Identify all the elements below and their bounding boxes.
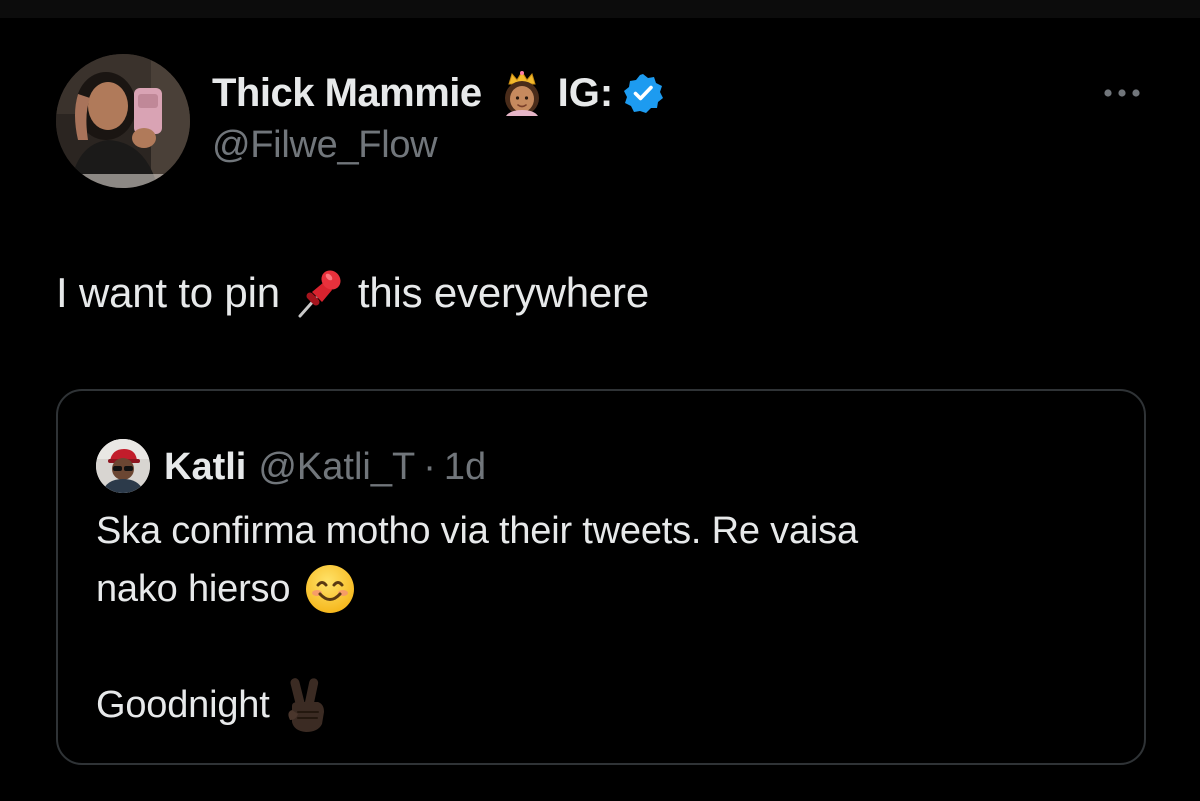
smiling-face-icon [304,563,356,615]
author-avatar[interactable] [56,54,190,188]
quote-timestamp[interactable]: 1d [444,446,486,489]
tweet-text-before: I want to pin [56,269,280,316]
tweet-text: I want to pin this everywhere [56,266,649,320]
author-name-suffix: IG: [557,70,614,115]
quote-text-line-1: Ska confirma motho via their tweets. Re … [96,503,858,559]
quote-header: Katli @Katli_T · 1d [164,439,486,495]
princess-crown-icon [500,70,544,116]
quote-text-line-1-text: Ska confirma motho via their tweets. Re … [96,509,858,552]
quote-text-line-2-text: nako hierso [96,567,291,610]
tweet-text-after: this everywhere [357,269,649,316]
quote-separator: · [423,445,436,488]
quote-author-handle[interactable]: @Katli_T [258,446,415,489]
pushpin-icon [294,266,344,320]
quote-text-line-3: Goodnight [96,675,330,735]
quote-author-name[interactable]: Katli [164,446,246,489]
author-handle[interactable]: @Filwe_Flow [212,124,438,167]
verified-badge-icon [623,73,664,113]
more-options-button[interactable] [1094,78,1150,108]
quote-text-line-3-text: Goodnight [96,683,270,726]
author-display-name[interactable]: Thick Mammie [212,71,482,116]
more-options-icon [1104,89,1140,97]
victory-hand-icon [284,676,330,734]
quoted-tweet-card[interactable]: Katli @Katli_T · 1d Ska confirma motho v… [56,389,1146,765]
tweet: Thick Mammie IG: @Filwe_Flow I want to p… [0,0,1200,801]
quote-author-avatar[interactable] [96,439,150,493]
author-name-row: Thick Mammie IG: [212,68,664,118]
quote-text-line-2: nako hierso [96,561,356,617]
